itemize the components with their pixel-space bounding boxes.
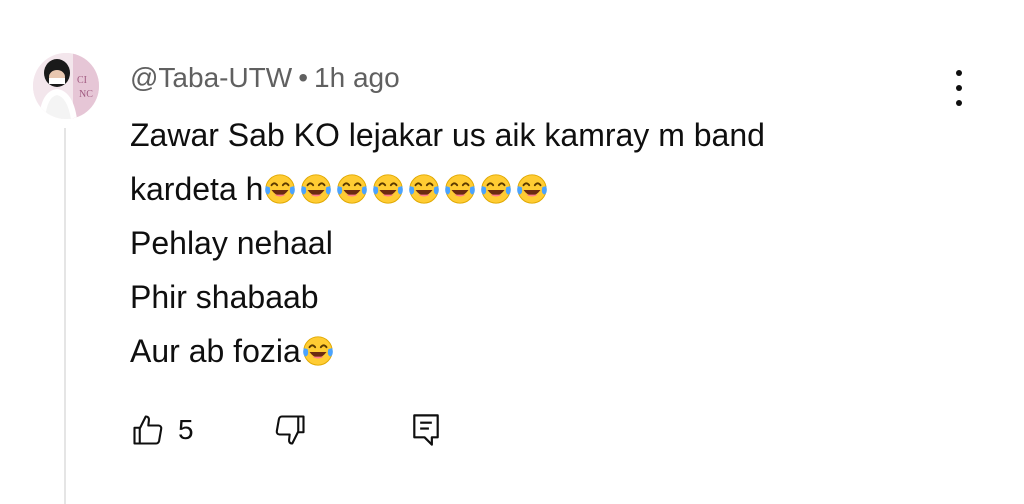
thumbs-up-icon [133,415,163,445]
tears-of-joy-emoji-icon [373,174,404,204]
tears-of-joy-emoji-icon [409,174,440,204]
comment-line: Zawar Sab KO lejakar us aik kamray m ban… [130,117,765,153]
comment-line: Phir shabaab [130,279,319,315]
tears-of-joy-emoji-icon [481,174,512,204]
emoji-group [263,172,551,206]
dislike-button[interactable] [272,412,308,448]
more-vert-icon[interactable] [944,68,974,108]
thread-line [64,128,66,504]
thumbs-down-icon [275,415,305,445]
separator-dot: • [298,62,309,93]
comment-actions: 5 [130,408,444,452]
emoji-group [301,334,337,368]
like-button[interactable]: 5 [130,412,194,448]
tears-of-joy-emoji-icon [301,174,332,204]
tears-of-joy-emoji-icon [265,174,296,204]
tears-of-joy-emoji-icon [302,336,333,366]
reply-button[interactable] [408,411,444,449]
comment-time[interactable]: 1h ago [314,62,400,93]
comment-thread: CI NC @Taba-UTW • 1h ago Zawar Sab KO leja… [0,0,1024,504]
avatar[interactable]: CI NC [33,53,99,119]
comment-line: Aur ab fozia [130,324,930,378]
avatar-image: CI NC [33,53,99,119]
tears-of-joy-emoji-icon [337,174,368,204]
reply-comment-icon [412,414,439,446]
comment-header: @Taba-UTW • 1h ago [130,60,400,96]
comment-body: Zawar Sab KO lejakar us aik kamray m ban… [130,108,930,378]
tears-of-joy-emoji-icon [445,174,476,204]
svg-text:NC: NC [79,89,93,100]
comment-line: kardeta h [130,162,930,216]
tears-of-joy-emoji-icon [517,174,548,204]
svg-text:CI: CI [77,75,87,86]
comment-line: Pehlay nehaal [130,225,333,261]
author-name[interactable]: @Taba-UTW [130,62,292,93]
like-count: 5 [178,414,194,445]
